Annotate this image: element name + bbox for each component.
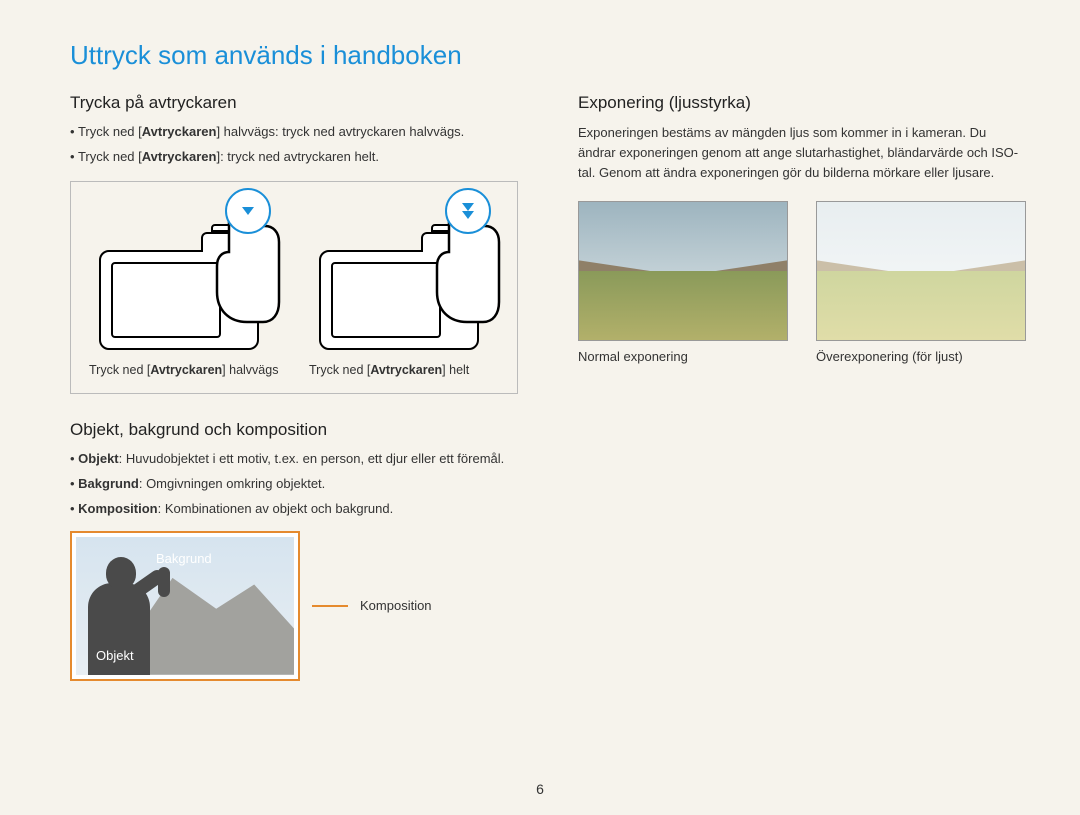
bold-term: Avtryckaren <box>142 149 217 164</box>
bullet: Bakgrund: Omgivningen omkring objektet. <box>70 475 518 494</box>
bullet: Komposition: Kombinationen av objekt och… <box>70 500 518 519</box>
exposure-examples: Normal exponering Överexponering (för lj… <box>578 201 1026 364</box>
label-komposition: Komposition <box>360 598 432 613</box>
page-number: 6 <box>536 781 544 797</box>
bullet: Tryck ned [Avtryckaren] halvvägs: tryck … <box>70 123 518 142</box>
camera-illustration <box>309 194 499 354</box>
section-composition: Objekt, bakgrund och komposition Objekt:… <box>70 420 518 681</box>
full-press-indicator-icon <box>445 188 491 234</box>
text: ] halvvägs: tryck ned avtryckaren halvvä… <box>216 124 464 139</box>
shutter-half-press: Tryck ned [Avtryckaren] halvvägs <box>89 194 279 380</box>
text: ]: tryck ned avtryckaren helt. <box>216 149 379 164</box>
text: Tryck ned [ <box>78 149 142 164</box>
exposure-normal: Normal exponering <box>578 201 788 364</box>
half-press-indicator-icon <box>225 188 271 234</box>
camera-illustration <box>89 194 279 354</box>
exposure-over: Överexponering (för ljust) <box>816 201 1026 364</box>
heading-shutter: Trycka på avtryckaren <box>70 93 518 113</box>
caption-full: Tryck ned [Avtryckaren] helt <box>309 362 499 380</box>
exposure-paragraph: Exponeringen bestäms av mängden ljus som… <box>578 123 1026 183</box>
composition-diagram-row: Bakgrund Objekt Komposition <box>70 531 518 681</box>
leader-line-icon <box>312 605 348 607</box>
heading-exposure: Exponering (ljusstyrka) <box>578 93 1026 113</box>
text: Tryck ned [ <box>78 124 142 139</box>
photo-normal-exposure <box>578 201 788 341</box>
content-columns: Trycka på avtryckaren Tryck ned [Avtryck… <box>70 93 1010 681</box>
shutter-illustration-box: Tryck ned [Avtryckaren] halvvägs <box>70 181 518 395</box>
bullet: Tryck ned [Avtryckaren]: tryck ned avtry… <box>70 148 518 167</box>
composition-bullets: Objekt: Huvudobjektet i ett motiv, t.ex.… <box>70 450 518 519</box>
page-title: Uttryck som används i handboken <box>70 40 1010 71</box>
caption-half: Tryck ned [Avtryckaren] halvvägs <box>89 362 279 380</box>
caption-normal: Normal exponering <box>578 349 788 364</box>
heading-composition: Objekt, bakgrund och komposition <box>70 420 518 440</box>
bullet: Objekt: Huvudobjektet i ett motiv, t.ex.… <box>70 450 518 469</box>
composition-frame: Bakgrund Objekt <box>70 531 300 681</box>
bold-term: Avtryckaren <box>142 124 217 139</box>
photo-over-exposure <box>816 201 1026 341</box>
label-bakgrund: Bakgrund <box>156 551 212 566</box>
label-objekt: Objekt <box>96 648 134 663</box>
shutter-bullets: Tryck ned [Avtryckaren] halvvägs: tryck … <box>70 123 518 167</box>
right-column: Exponering (ljusstyrka) Exponeringen bes… <box>578 93 1026 681</box>
left-column: Trycka på avtryckaren Tryck ned [Avtryck… <box>70 93 518 681</box>
caption-over: Överexponering (för ljust) <box>816 349 1026 364</box>
shutter-full-press: Tryck ned [Avtryckaren] helt <box>309 194 499 380</box>
